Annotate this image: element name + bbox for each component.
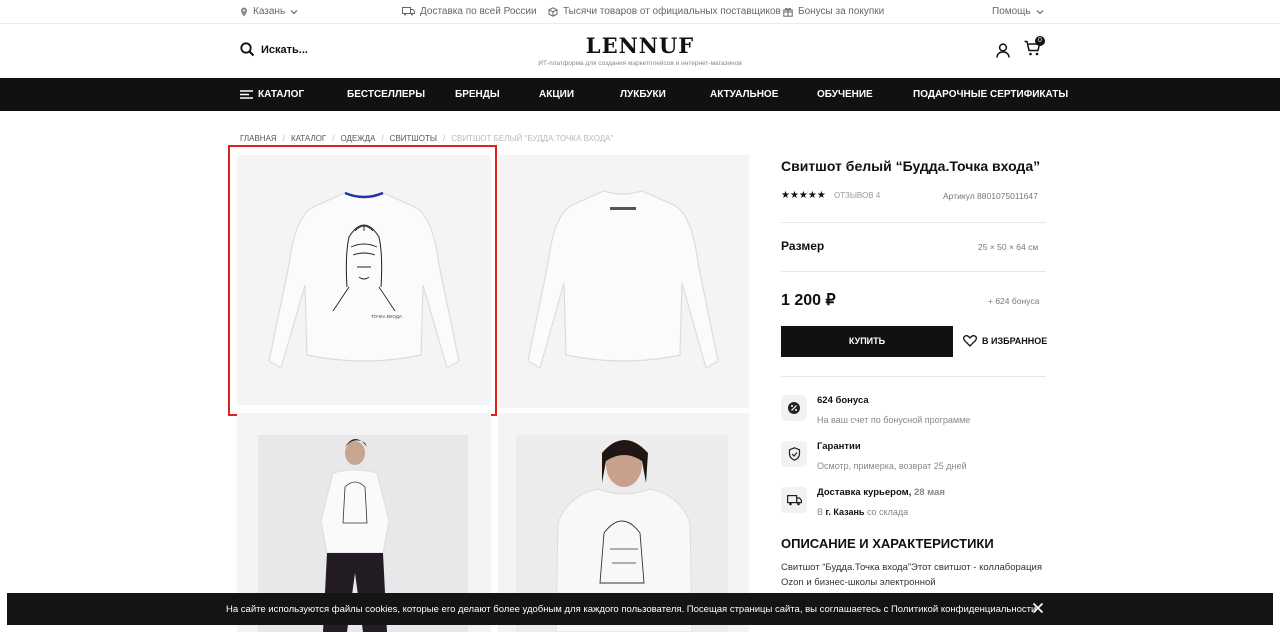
location-pin-icon: [241, 7, 247, 16]
product-price: 1 200 ₽: [781, 292, 836, 309]
nav-item-gift-cards[interactable]: ПОДАРОЧНЫЕ СЕРТИФИКАТЫ: [913, 89, 1068, 100]
delivery-prefix: В: [817, 507, 824, 517]
site-logo[interactable]: LENNUF: [0, 33, 1280, 58]
nav-item-catalog[interactable]: КАТАЛОГ: [240, 89, 304, 100]
feature-subtitle: В г. Казань со склада: [817, 507, 945, 517]
city-selector[interactable]: Казань: [240, 6, 298, 17]
feature-icon-box: [781, 487, 807, 513]
size-value: 25 × 50 × 64 см: [978, 242, 1039, 252]
city-label: Казань: [253, 6, 286, 17]
delivery-info[interactable]: Доставка по всей России: [402, 6, 537, 17]
gift-icon: [783, 7, 793, 17]
delivery-source: со склада: [866, 507, 909, 517]
breadcrumb-home[interactable]: ГЛАВНАЯ: [240, 134, 277, 143]
breadcrumb-separator: /: [332, 134, 335, 143]
suppliers-label: Тысячи товаров от официальных поставщико…: [563, 6, 781, 17]
chevron-down-icon: [290, 9, 298, 14]
bonus-amount: + 624 бонуса: [988, 296, 1040, 306]
breadcrumb-current: СВИТШОТ БЕЛЫЙ "БУДДА.ТОЧКА ВХОДА": [451, 134, 614, 143]
delivery-label: Доставка по всей России: [420, 6, 537, 17]
feature-title: Гарантии: [817, 441, 861, 452]
chevron-down-icon: [1036, 9, 1044, 14]
bonuses-label: Бонусы за покупки: [798, 6, 885, 17]
breadcrumb-catalog[interactable]: КАТАЛОГ: [291, 134, 326, 143]
nav-item-label: КАТАЛОГ: [258, 89, 305, 100]
menu-icon: [240, 90, 253, 99]
product-sku: Артикул 8801075011647: [943, 191, 1038, 201]
heart-icon: [963, 335, 977, 347]
size-label: Размер: [781, 239, 825, 253]
feature-delivery: Доставка курьером, 28 мая В г. Казань со…: [781, 487, 945, 517]
divider: [781, 222, 1046, 223]
truck-icon: [786, 494, 802, 505]
breadcrumb-separator: /: [442, 134, 446, 143]
buy-button[interactable]: КУПИТЬ: [781, 326, 953, 357]
delivery-date: 28 мая: [913, 487, 945, 498]
delivery-city[interactable]: г. Казань: [826, 507, 865, 517]
truck-icon: [402, 7, 415, 16]
cart-count-badge: 0: [1035, 36, 1045, 46]
divider: [781, 376, 1046, 377]
percent-badge-icon: [788, 402, 800, 414]
breadcrumb-separator: /: [282, 134, 285, 143]
description-text: Свитшот “Будда.Точка входа”Этот свитшот …: [781, 562, 1042, 588]
help-label: Помощь: [992, 6, 1031, 17]
favorites-label: В ИЗБРАННОЕ: [982, 336, 1048, 346]
sweatshirt-back-image: [527, 190, 719, 369]
main-nav: КАТАЛОГ БЕСТСЕЛЛЕРЫ БРЕНДЫ АКЦИИ ЛУКБУКИ…: [0, 78, 1280, 111]
feature-subtitle: На ваш счет по бонусной программе: [817, 415, 971, 425]
top-bar: Казань Доставка по всей России Тысячи то…: [0, 0, 1280, 24]
delivery-method: Доставка курьером,: [817, 487, 912, 498]
breadcrumb-sweatshirts[interactable]: СВИТШОТЫ: [390, 134, 437, 143]
nav-item-sales[interactable]: АКЦИИ: [539, 89, 574, 100]
nav-item-actual[interactable]: АКТУАЛЬНОЕ: [710, 89, 778, 100]
box-icon: [548, 6, 558, 17]
reviews-link[interactable]: ОТЗЫВОВ 4: [834, 191, 880, 200]
add-to-favorites-button[interactable]: В ИЗБРАННОЕ: [963, 335, 1047, 347]
site-tagline: ИТ-платформа для создания маркетплейсов …: [538, 60, 742, 67]
divider: [781, 271, 1046, 272]
breadcrumb-separator: /: [381, 134, 384, 143]
nav-item-bestsellers[interactable]: БЕСТСЕЛЛЕРЫ: [347, 89, 425, 100]
breadcrumb-clothing[interactable]: ОДЕЖДА: [340, 134, 375, 143]
feature-title: Доставка курьером, 28 мая: [817, 487, 945, 498]
feature-guarantee: Гарантии Осмотр, примерка, возврат 25 дн…: [781, 441, 967, 471]
cart-button[interactable]: 0: [1024, 36, 1045, 61]
help-menu[interactable]: Помощь: [992, 6, 1044, 17]
product-image-back[interactable]: [498, 155, 749, 408]
product-title: Свитшот белый “Будда.Точка входа”: [781, 158, 1041, 174]
bonuses-info[interactable]: Бонусы за покупки: [783, 6, 884, 17]
feature-subtitle: Осмотр, примерка, возврат 25 дней: [817, 461, 967, 471]
close-icon[interactable]: [1032, 602, 1044, 614]
nav-item-lookbooks[interactable]: ЛУКБУКИ: [620, 89, 666, 100]
description-heading: ОПИСАНИЕ И ХАРАКТЕРИСТИКИ: [781, 536, 994, 551]
cookie-banner: На сайте используются файлы cookies, кот…: [7, 593, 1273, 625]
shield-check-icon: [788, 447, 800, 461]
suppliers-info[interactable]: Тысячи товаров от официальных поставщико…: [548, 6, 781, 17]
nav-item-brands[interactable]: БРЕНДЫ: [455, 89, 500, 100]
feature-icon-box: [781, 441, 807, 467]
user-icon[interactable]: [996, 43, 1010, 58]
breadcrumb: ГЛАВНАЯ / КАТАЛОГ / ОДЕЖДА / СВИТШОТЫ / …: [240, 134, 613, 143]
site-header: Искать... LENNUF ИТ-платформа для создан…: [0, 24, 1280, 78]
feature-bonus: 624 бонуса На ваш счет по бонусной прогр…: [781, 395, 970, 425]
selected-image-outline: [228, 145, 497, 416]
feature-icon-box: [781, 395, 807, 421]
nav-item-education[interactable]: ОБУЧЕНИЕ: [817, 89, 873, 100]
feature-title: 624 бонуса: [817, 395, 869, 406]
rating-stars: ★★★★★: [781, 190, 826, 201]
cookie-text: На сайте используются файлы cookies, кот…: [226, 604, 1037, 615]
